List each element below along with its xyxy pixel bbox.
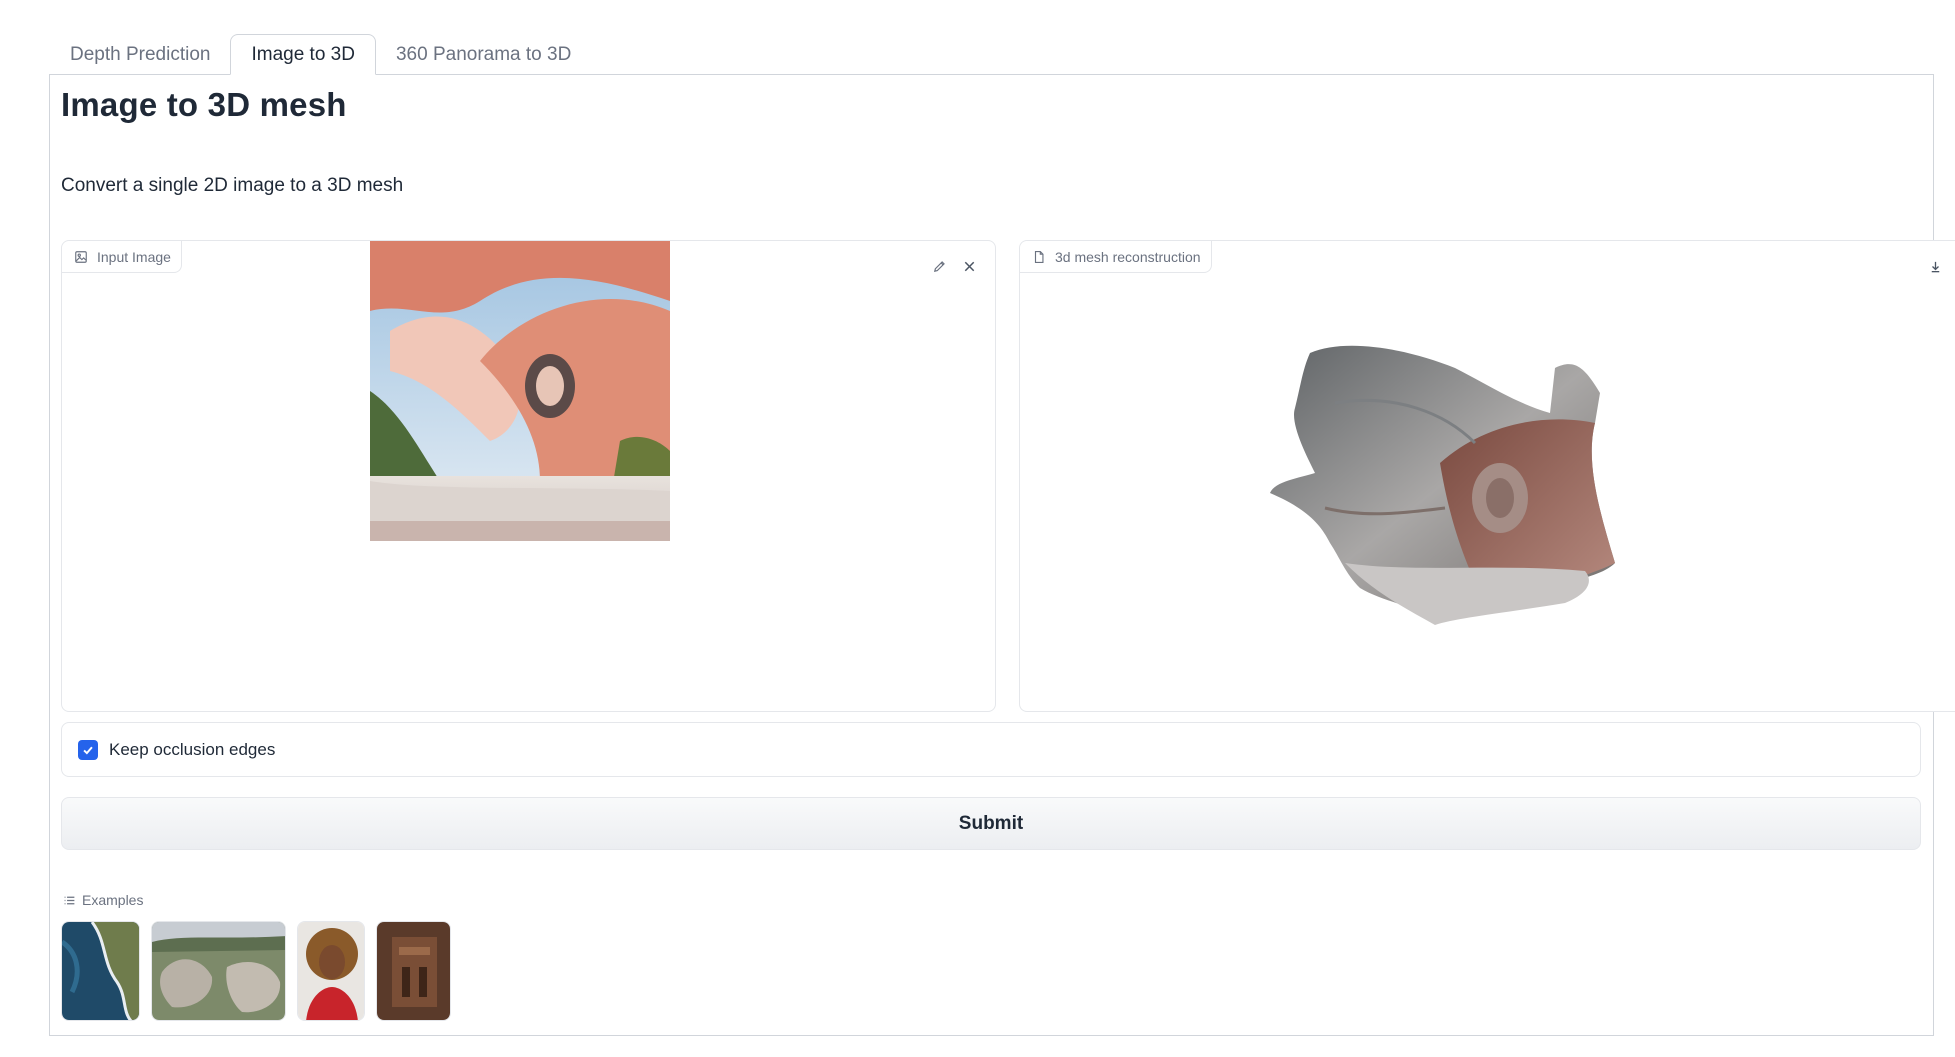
clear-image-button[interactable] (958, 255, 980, 277)
input-image-label-text: Input Image (97, 248, 171, 265)
image-icon (75, 250, 87, 263)
mesh-output-panel[interactable]: 3d mesh reconstruction (1019, 240, 1955, 712)
submit-button[interactable]: Submit (61, 797, 1921, 850)
mesh-output-label-text: 3d mesh reconstruction (1055, 248, 1201, 265)
input-image-preview (370, 241, 670, 541)
mesh-output-label: 3d mesh reconstruction (1020, 241, 1212, 273)
example-thumbnail-coast[interactable] (61, 921, 140, 1021)
page-title: Image to 3D mesh (61, 86, 347, 123)
file-icon (1034, 250, 1044, 263)
input-image-label: Input Image (62, 241, 182, 273)
example-thumbnail-portrait[interactable] (297, 921, 365, 1021)
download-icon (1931, 261, 1939, 272)
tab-360-panorama-to-3d[interactable]: 360 Panorama to 3D (376, 34, 591, 75)
page-description: Convert a single 2D image to a 3D mesh (61, 175, 404, 196)
input-image-panel[interactable]: Input Image (61, 240, 996, 712)
checkmark-icon (83, 746, 93, 754)
edit-button[interactable] (928, 255, 950, 277)
keep-occlusion-edges-row[interactable]: Keep occlusion edges (61, 722, 1921, 777)
tab-depth-prediction[interactable]: Depth Prediction (50, 34, 230, 75)
examples-label: Examples (63, 892, 143, 908)
keep-occlusion-edges-label: Keep occlusion edges (109, 739, 276, 759)
close-icon (964, 261, 974, 271)
edit-icon (933, 260, 945, 272)
tab-image-to-3d[interactable]: Image to 3D (230, 34, 376, 75)
example-thumbnail-facade[interactable] (376, 921, 451, 1021)
example-thumbnail-rocks[interactable] (151, 921, 286, 1021)
examples-label-text: Examples (82, 892, 144, 908)
keep-occlusion-edges-checkbox[interactable] (78, 739, 98, 760)
tab-bar: Depth Prediction Image to 3D 360 Panoram… (50, 34, 591, 75)
download-button[interactable] (1924, 255, 1946, 277)
list-icon (64, 896, 75, 904)
mesh-render[interactable] (1265, 333, 1645, 643)
